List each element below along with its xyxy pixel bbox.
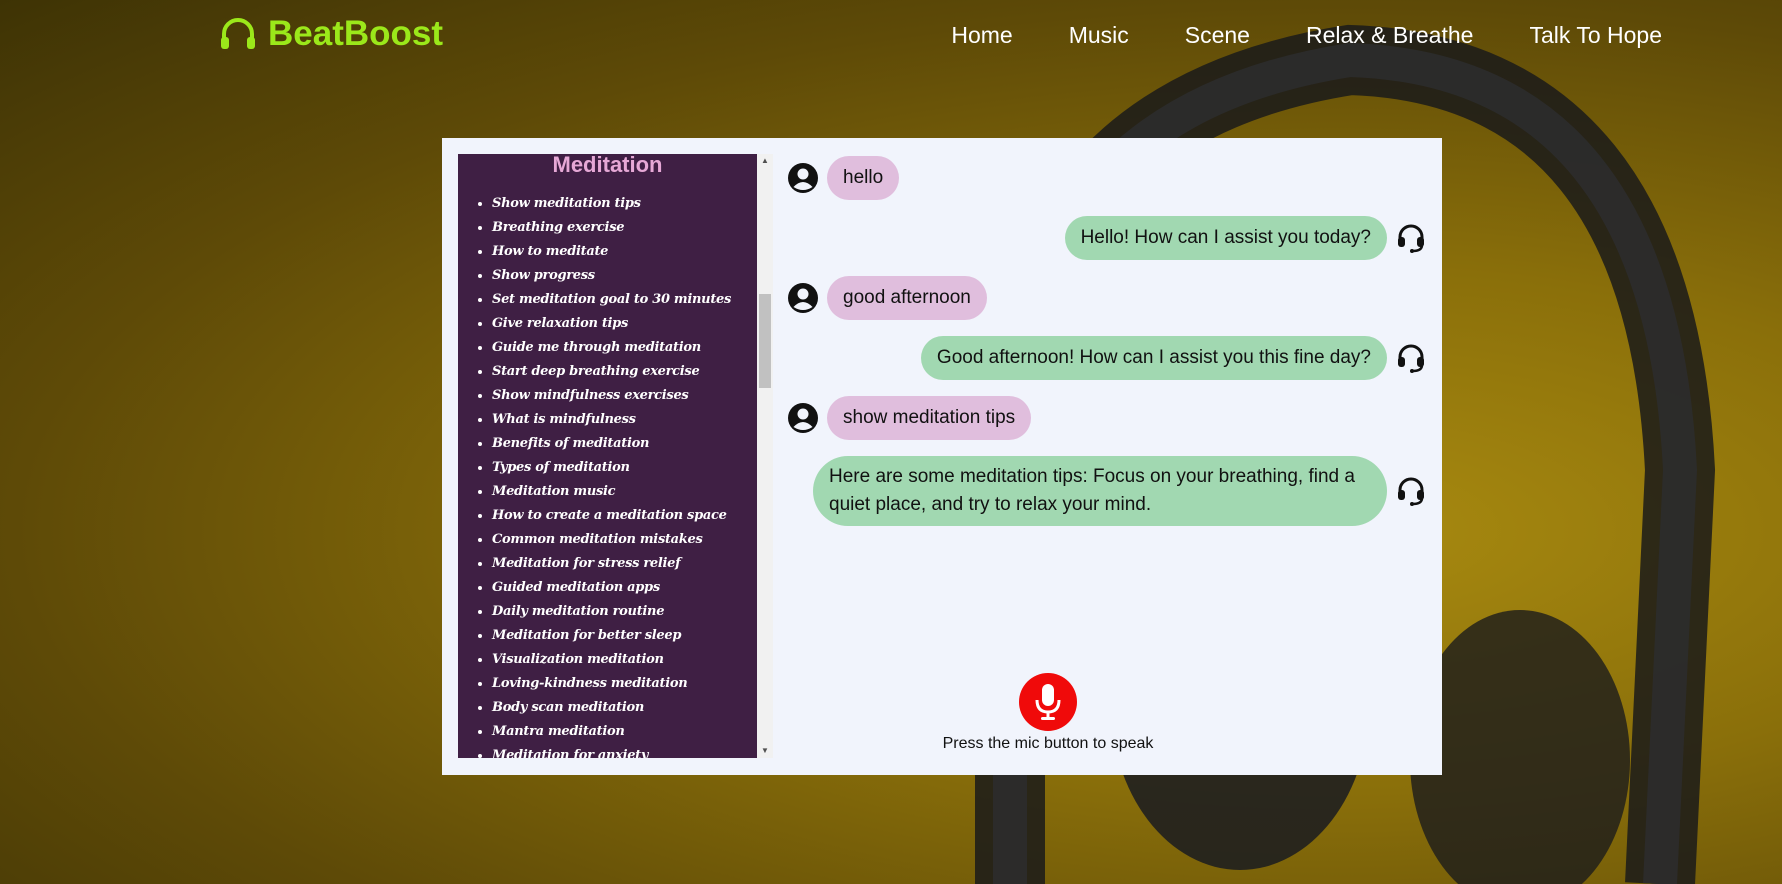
sidebar-scrollbar[interactable]: ▲ ▼	[757, 154, 773, 758]
microphone-icon	[1031, 682, 1065, 722]
command-item[interactable]: How to meditate	[492, 240, 757, 264]
bot-message: Good afternoon! How can I assist you thi…	[920, 336, 1427, 380]
command-item[interactable]: Show meditation tips	[492, 192, 757, 216]
command-item[interactable]: Common meditation mistakes	[492, 528, 757, 552]
scroll-down-arrow-icon[interactable]: ▼	[757, 744, 773, 758]
user-avatar-icon	[787, 162, 819, 194]
user-avatar-icon	[787, 402, 819, 434]
command-item[interactable]: Set meditation goal to 30 minutes	[492, 288, 757, 312]
scrollbar-thumb[interactable]	[759, 294, 771, 388]
bot-message-bubble: Good afternoon! How can I assist you thi…	[920, 336, 1387, 380]
user-message-bubble: good afternoon	[827, 276, 987, 320]
command-item[interactable]: Meditation for stress relief	[492, 552, 757, 576]
command-item[interactable]: Show progress	[492, 264, 757, 288]
user-message-bubble: hello	[827, 156, 900, 200]
command-item[interactable]: Guided meditation apps	[492, 576, 757, 600]
command-item[interactable]: Visualization meditation	[492, 648, 757, 672]
bot-message: Here are some meditation tips: Focus on …	[813, 456, 1427, 526]
mic-button[interactable]	[1019, 673, 1077, 731]
chat-messages: hello Hello! How can I assist you today?…	[787, 156, 1427, 616]
command-item[interactable]: Meditation music	[492, 480, 757, 504]
mic-hint-text: Press the mic button to speak	[942, 735, 1154, 752]
nav-talk-to-hope-link[interactable]: Talk To Hope	[1529, 22, 1662, 49]
command-item[interactable]: Body scan meditation	[492, 696, 757, 720]
user-avatar-icon	[787, 282, 819, 314]
command-item[interactable]: Daily meditation routine	[492, 600, 757, 624]
bot-message-bubble: Hello! How can I assist you today?	[1064, 216, 1387, 260]
nav-relax-breathe-link[interactable]: Relax & Breathe	[1306, 22, 1473, 49]
command-sidebar[interactable]: Meditation Show meditation tips Breathin…	[458, 154, 757, 758]
user-message: show meditation tips	[787, 396, 1032, 440]
scroll-up-arrow-icon[interactable]: ▲	[757, 154, 773, 168]
headset-icon	[1395, 222, 1427, 254]
command-item[interactable]: Start deep breathing exercise	[492, 360, 757, 384]
command-item[interactable]: Give relaxation tips	[492, 312, 757, 336]
command-item[interactable]: Show mindfulness exercises	[492, 384, 757, 408]
bot-message-bubble: Here are some meditation tips: Focus on …	[813, 456, 1387, 526]
command-item[interactable]: How to create a meditation space	[492, 504, 757, 528]
command-list: Show meditation tips Breathing exercise …	[458, 192, 757, 758]
sidebar-title: Meditation	[552, 154, 663, 177]
navbar: BeatBoost Home Music Scene Relax & Breat…	[0, 0, 1782, 74]
user-message: good afternoon	[787, 276, 987, 320]
command-item[interactable]: Meditation for anxiety	[492, 744, 757, 758]
nav-scene-link[interactable]: Scene	[1185, 22, 1250, 49]
command-item[interactable]: Types of meditation	[492, 456, 757, 480]
headset-icon	[1395, 475, 1427, 507]
command-item[interactable]: Breathing exercise	[492, 216, 757, 240]
command-item[interactable]: Benefits of meditation	[492, 432, 757, 456]
brand-name: BeatBoost	[268, 14, 444, 53]
headphones-icon	[218, 14, 258, 54]
user-message-bubble: show meditation tips	[827, 396, 1032, 440]
nav-home-link[interactable]: Home	[951, 22, 1012, 49]
nav-links: Home Music Scene Relax & Breathe Talk To…	[951, 22, 1662, 49]
headset-icon	[1395, 342, 1427, 374]
command-item[interactable]: Mantra meditation	[492, 720, 757, 744]
command-item[interactable]: Loving-kindness meditation	[492, 672, 757, 696]
command-item[interactable]: Meditation for better sleep	[492, 624, 757, 648]
brand-logo[interactable]: BeatBoost	[218, 14, 443, 54]
nav-music-link[interactable]: Music	[1069, 22, 1129, 49]
command-item[interactable]: What is mindfulness	[492, 408, 757, 432]
chat-panel: Meditation Show meditation tips Breathin…	[442, 138, 1442, 775]
user-message: hello	[787, 156, 900, 200]
command-item[interactable]: Guide me through meditation	[492, 336, 757, 360]
bot-message: Hello! How can I assist you today?	[1064, 216, 1427, 260]
